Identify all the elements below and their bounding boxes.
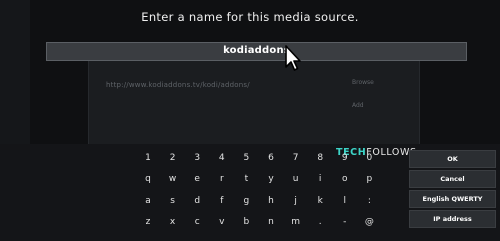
key-z[interactable]: z bbox=[136, 214, 160, 230]
ip-address-button[interactable]: IP address bbox=[409, 210, 496, 228]
key-2[interactable]: 2 bbox=[161, 150, 185, 166]
key-j[interactable]: j bbox=[284, 193, 308, 209]
key-o[interactable]: o bbox=[333, 171, 357, 187]
key-s[interactable]: s bbox=[161, 193, 185, 209]
key-a[interactable]: a bbox=[136, 193, 160, 209]
key-r[interactable]: r bbox=[210, 171, 234, 187]
key-hyphen[interactable]: - bbox=[333, 214, 357, 230]
key-period[interactable]: . bbox=[308, 214, 332, 230]
background-add-button: Add bbox=[352, 102, 364, 109]
key-i[interactable]: i bbox=[308, 171, 332, 187]
key-q[interactable]: q bbox=[136, 171, 160, 187]
key-7[interactable]: 7 bbox=[284, 150, 308, 166]
key-p[interactable]: p bbox=[357, 171, 381, 187]
key-h[interactable]: h bbox=[259, 193, 283, 209]
key-v[interactable]: v bbox=[210, 214, 234, 230]
background-source-path: http://www.kodiaddons.tv/kodi/addons/ bbox=[106, 81, 250, 89]
key-c[interactable]: c bbox=[185, 214, 209, 230]
key-3[interactable]: 3 bbox=[185, 150, 209, 166]
ok-button[interactable]: OK bbox=[409, 150, 496, 168]
key-0[interactable]: 0 bbox=[357, 150, 381, 166]
keyboard-layout-button[interactable]: English QWERTY bbox=[409, 190, 496, 208]
key-6[interactable]: 6 bbox=[259, 150, 283, 166]
key-e[interactable]: e bbox=[185, 171, 209, 187]
key-l[interactable]: l bbox=[333, 193, 357, 209]
mouse-pointer-icon bbox=[285, 45, 301, 71]
key-n[interactable]: n bbox=[259, 214, 283, 230]
key-x[interactable]: x bbox=[161, 214, 185, 230]
background-browse-button: Browse bbox=[352, 79, 374, 86]
input-value: kodiaddons bbox=[223, 45, 290, 56]
key-1[interactable]: 1 bbox=[136, 150, 160, 166]
key-colon[interactable]: : bbox=[357, 193, 381, 209]
key-8[interactable]: 8 bbox=[308, 150, 332, 166]
key-d[interactable]: d bbox=[185, 193, 209, 209]
key-9[interactable]: 9 bbox=[333, 150, 357, 166]
key-w[interactable]: w bbox=[161, 171, 185, 187]
key-k[interactable]: k bbox=[308, 193, 332, 209]
media-source-name-input[interactable]: kodiaddons bbox=[46, 42, 467, 61]
background-media-source-dialog bbox=[88, 60, 420, 148]
key-t[interactable]: t bbox=[234, 171, 258, 187]
key-b[interactable]: b bbox=[234, 214, 258, 230]
key-4[interactable]: 4 bbox=[210, 150, 234, 166]
cancel-button[interactable]: Cancel bbox=[409, 170, 496, 188]
key-g[interactable]: g bbox=[234, 193, 258, 209]
key-y[interactable]: y bbox=[259, 171, 283, 187]
key-at[interactable]: @ bbox=[357, 214, 381, 230]
key-u[interactable]: u bbox=[284, 171, 308, 187]
key-f[interactable]: f bbox=[210, 193, 234, 209]
keyboard-prompt: Enter a name for this media source. bbox=[141, 10, 359, 24]
key-m[interactable]: m bbox=[284, 214, 308, 230]
key-5[interactable]: 5 bbox=[234, 150, 258, 166]
